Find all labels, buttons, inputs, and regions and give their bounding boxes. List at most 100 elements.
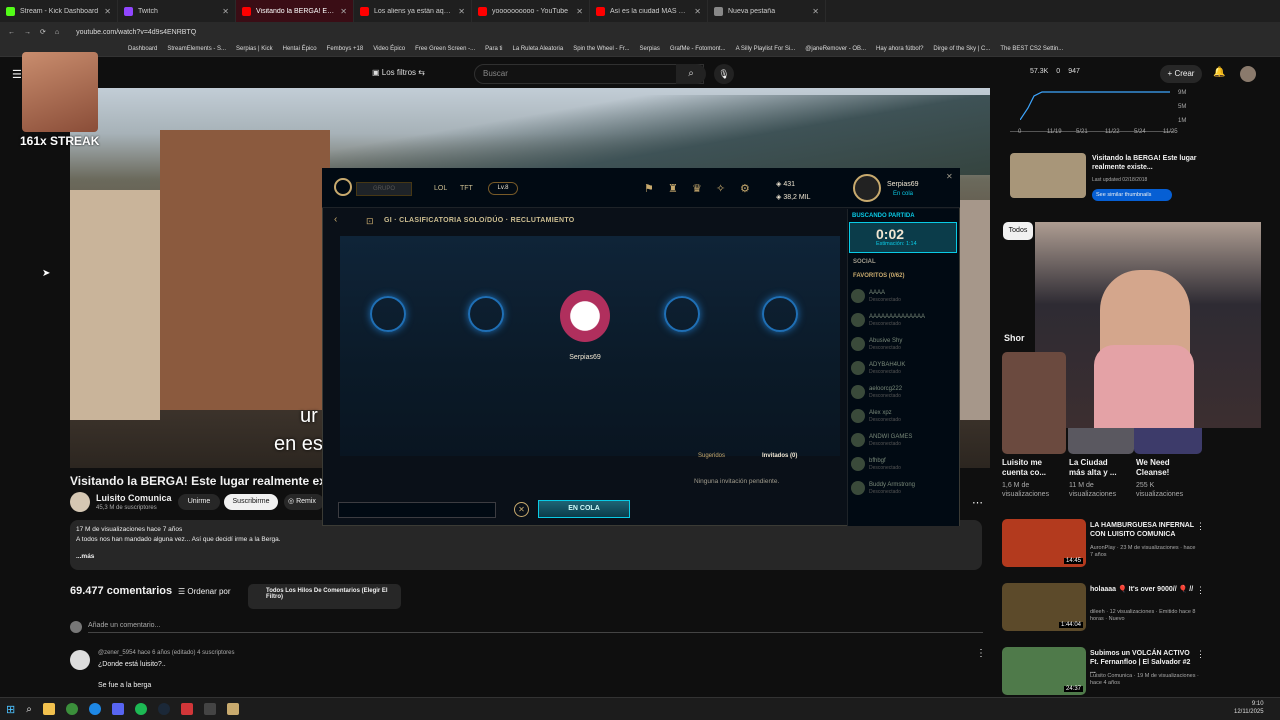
- remix-button[interactable]: ◎ Remix: [284, 494, 324, 510]
- friend-item[interactable]: ANDWI GAMES Desconectado: [851, 429, 955, 451]
- bookmark-item[interactable]: La Ruleta Aleatoria: [512, 46, 563, 52]
- friend-item[interactable]: AAAA Desconectado: [851, 285, 955, 307]
- bookmark-item[interactable]: StreamElements - S...: [167, 46, 226, 52]
- filters-button[interactable]: ▣ Los filtros ⇆: [372, 68, 425, 77]
- lol-nav-lol[interactable]: LOL: [434, 185, 447, 192]
- tab-close-icon[interactable]: ✕: [340, 7, 347, 16]
- add-comment-input[interactable]: Añade un comentario...: [88, 622, 983, 633]
- channel-name[interactable]: Luisito Comunica: [96, 493, 172, 503]
- bookmark-item[interactable]: Spin the Wheel - Fr...: [573, 46, 629, 52]
- video-title-link[interactable]: holaaaa 🎈 It's over 9000// 🎈 //: [1090, 585, 1198, 594]
- video-menu-icon[interactable]: ⋮: [1196, 521, 1205, 532]
- description-box[interactable]: 17 M de visualizaciones hace 7 años A to…: [70, 520, 982, 570]
- lol-profile-icon[interactable]: ♜: [668, 182, 678, 195]
- short-title[interactable]: La Ciudad más alta y ...: [1069, 458, 1125, 478]
- lobby-slot-2[interactable]: [468, 296, 504, 332]
- video-menu-icon[interactable]: ⋮: [1196, 585, 1205, 596]
- bookmark-item[interactable]: Serpias: [640, 46, 660, 52]
- create-button[interactable]: + Crear: [1160, 65, 1202, 83]
- similar-thumbnails-button[interactable]: See similar thumbnails: [1092, 189, 1172, 201]
- edge-icon[interactable]: [88, 703, 101, 715]
- sort-button[interactable]: ☰ Ordenar por: [178, 587, 231, 596]
- related-thumbnail[interactable]: [1010, 153, 1086, 198]
- search-taskbar-icon[interactable]: ⌕: [26, 704, 32, 715]
- tab-close-icon[interactable]: ✕: [458, 7, 465, 16]
- tab-close-icon[interactable]: ✕: [104, 7, 111, 16]
- tab-close-icon[interactable]: ✕: [812, 7, 819, 16]
- cancel-queue-icon[interactable]: ✕: [514, 502, 529, 517]
- chip-all[interactable]: Todos: [1003, 222, 1033, 240]
- friend-item[interactable]: bfhbgf Desconectado: [851, 453, 955, 475]
- short-title[interactable]: We Need Cleanse!: [1136, 458, 1192, 478]
- video-thumbnail[interactable]: 14:45: [1002, 519, 1086, 567]
- video-thumbnail[interactable]: 24:37: [1002, 647, 1086, 695]
- bookmark-item[interactable]: The BEST CS2 Settin...: [1000, 46, 1063, 52]
- bookmark-item[interactable]: Video Épico: [373, 46, 405, 52]
- browser-tab[interactable]: yoooooooooo - YouTube ✕: [472, 0, 590, 22]
- short-title[interactable]: Luisito me cuenta co...: [1002, 458, 1058, 478]
- short-thumbnail-1[interactable]: [1002, 352, 1066, 454]
- riot-icon[interactable]: [180, 703, 193, 715]
- related-title[interactable]: Visitando la BERGA! Este lugar realmente…: [1092, 154, 1202, 172]
- bookmark-item[interactable]: Hentai Épico: [283, 46, 317, 52]
- lol-level-badge[interactable]: Lv.8: [488, 182, 518, 195]
- friend-item[interactable]: aeloorcg222 Desconectado: [851, 381, 955, 403]
- lobby-slot-4[interactable]: [762, 296, 798, 332]
- bookmark-item[interactable]: Free Green Screen -...: [415, 46, 475, 52]
- short-thumbnail-2[interactable]: [1068, 428, 1134, 454]
- browser-tab[interactable]: Stream - Kick Dashboard ✕: [0, 0, 118, 22]
- bookmark-item[interactable]: Femboys +18: [327, 46, 364, 52]
- invited-tab[interactable]: Invitados (0): [762, 453, 797, 459]
- lol-logo-icon[interactable]: [334, 178, 352, 196]
- browser-tab[interactable]: Así es la ciudad MÁS GRANDE ✕: [590, 0, 708, 22]
- menu-icon[interactable]: ☰: [12, 68, 22, 81]
- lol-missions-icon[interactable]: ⚑: [644, 182, 654, 195]
- friend-item[interactable]: AAAAAAAAAAAAAA Desconectado: [851, 309, 955, 331]
- lobby-chat-input[interactable]: [338, 502, 496, 518]
- lobby-slot-3[interactable]: [664, 296, 700, 332]
- video-title-link[interactable]: Subimos un VOLCÁN ACTIVO Ft. Fernanfloo …: [1090, 649, 1198, 676]
- lol-loot-icon[interactable]: ✧: [716, 182, 725, 195]
- account-avatar[interactable]: [1240, 66, 1256, 82]
- bookmark-item[interactable]: Serpias | Kick: [236, 46, 273, 52]
- join-button[interactable]: Unirme: [178, 494, 220, 510]
- steam-icon[interactable]: [157, 703, 170, 715]
- lol-store-icon[interactable]: ⚙: [740, 182, 750, 195]
- commenter-avatar[interactable]: [70, 650, 90, 670]
- discord-icon[interactable]: [111, 703, 124, 715]
- bookmark-item[interactable]: @janeRemover - OB...: [805, 46, 866, 52]
- lol-party-button[interactable]: GRUPO: [356, 182, 412, 196]
- browser-tab[interactable]: Los aliens ya están aquí 31 ATLA ✕: [354, 0, 472, 22]
- comment-filter-select[interactable]: Todos Los Hilos De Comentarios (Elegir E…: [248, 584, 401, 609]
- browser-tab[interactable]: Twitch ✕: [118, 0, 236, 22]
- reload-icon[interactable]: ⟳: [40, 28, 46, 36]
- chrome-icon[interactable]: [65, 703, 78, 715]
- comment-menu-icon[interactable]: ⋮: [976, 648, 986, 659]
- browser-tab[interactable]: Visitando la BERGA! Este lugar ✕: [236, 0, 354, 22]
- explorer-icon[interactable]: [42, 703, 55, 715]
- spotify-icon[interactable]: [134, 703, 147, 715]
- bookmark-item[interactable]: Dashboard: [128, 46, 157, 52]
- video-title-link[interactable]: LA HAMBURGUESA INFERNAL CON LUISITO COMU…: [1090, 521, 1198, 539]
- microphone-icon[interactable]: 🎙: [714, 64, 734, 84]
- notifications-icon[interactable]: 🔔: [1213, 67, 1225, 78]
- friend-item[interactable]: Abusive Shy Desconectado: [851, 333, 955, 355]
- comment-author[interactable]: @zener_5954 hace 6 años (editado) 4 susc…: [98, 650, 235, 656]
- lol-collection-icon[interactable]: ♛: [692, 182, 702, 195]
- forward-icon[interactable]: →: [24, 29, 31, 36]
- bookmark-item[interactable]: Dirge of the Sky | C...: [933, 46, 990, 52]
- search-icon[interactable]: ⌕: [676, 64, 706, 84]
- tab-close-icon[interactable]: ✕: [222, 7, 229, 16]
- app-icon[interactable]: [203, 703, 216, 715]
- lobby-slot-1[interactable]: [370, 296, 406, 332]
- channel-avatar[interactable]: [70, 492, 90, 512]
- video-menu-icon[interactable]: ⋮: [1196, 649, 1205, 660]
- suggested-tab[interactable]: Sugeridos: [698, 453, 725, 459]
- subscribe-button[interactable]: Suscribirme: [224, 494, 278, 510]
- home-icon[interactable]: ⌂: [55, 29, 59, 36]
- url-field[interactable]: youtube.com/watch?v=4d9s4ENRBTQ: [76, 29, 196, 36]
- bookmark-item[interactable]: GrafMe - Fotomont...: [670, 46, 726, 52]
- video-thumbnail[interactable]: 1:44:04: [1002, 583, 1086, 631]
- tab-close-icon[interactable]: ✕: [694, 7, 701, 16]
- short-thumbnail-3[interactable]: [1134, 428, 1202, 454]
